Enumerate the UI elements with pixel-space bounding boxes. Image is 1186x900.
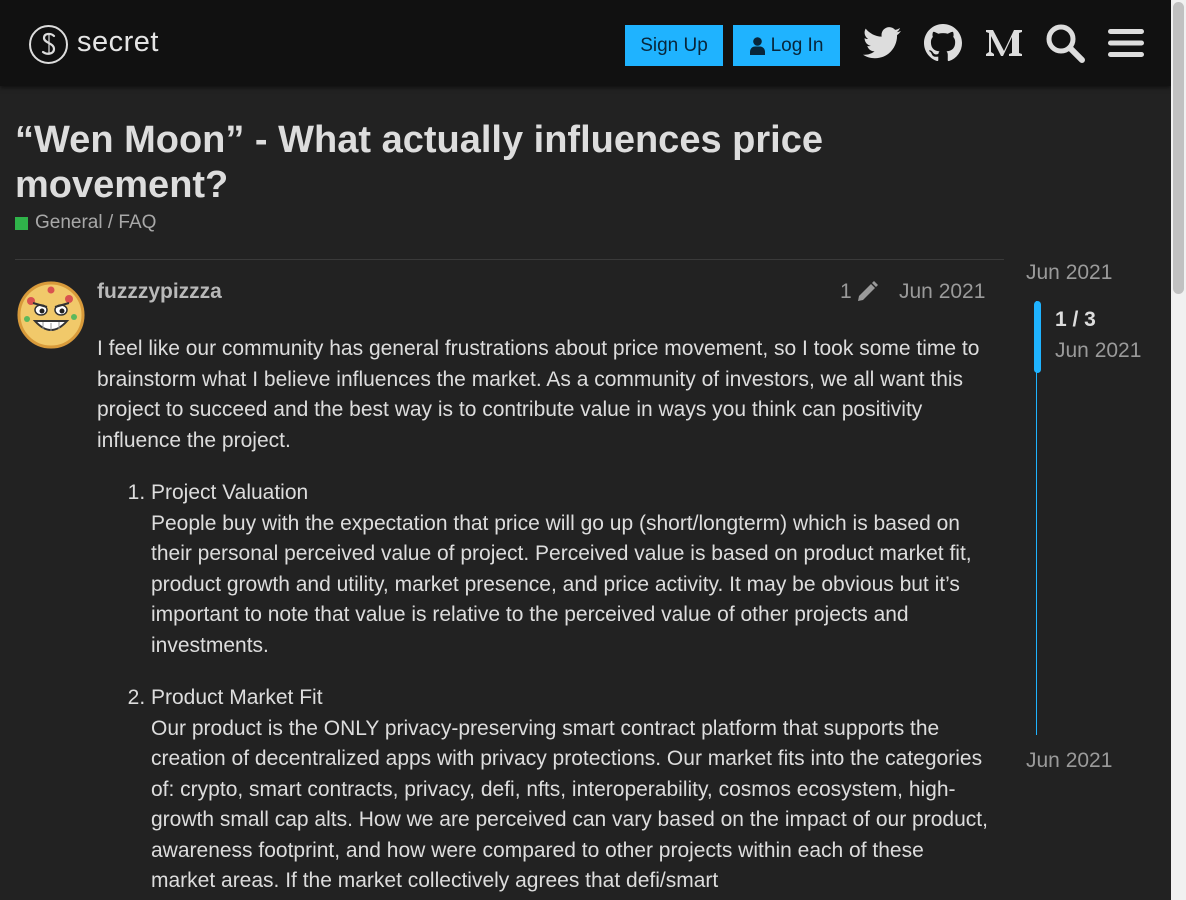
user-icon bbox=[749, 36, 765, 55]
timeline-position: 1 / 3 bbox=[1055, 308, 1096, 331]
post-body: I feel like our community has general fr… bbox=[97, 334, 992, 900]
sign-up-label: Sign Up bbox=[640, 34, 708, 56]
category-color-square bbox=[15, 216, 28, 230]
post-list: Project Valuation People buy with the ex… bbox=[97, 478, 992, 897]
list-item-text: Our product is the ONLY privacy-preservi… bbox=[151, 716, 988, 893]
logo-text: secret bbox=[77, 25, 159, 58]
timeline-current-date: Jun 2021 bbox=[1055, 339, 1142, 362]
site-logo[interactable]: secret bbox=[29, 24, 159, 64]
scrollbar-thumb[interactable] bbox=[1173, 2, 1184, 294]
list-item: Product Market Fit Our product is the ON… bbox=[151, 683, 992, 897]
medium-icon[interactable] bbox=[983, 22, 1025, 64]
github-icon[interactable] bbox=[922, 22, 964, 64]
sign-up-button[interactable]: Sign Up bbox=[625, 25, 723, 66]
timeline-end-date[interactable]: Jun 2021 bbox=[1026, 749, 1112, 773]
secret-logo-icon bbox=[29, 24, 68, 64]
post-date[interactable]: Jun 2021 bbox=[899, 280, 985, 304]
topic-title[interactable]: “Wen Moon” - What actually influences pr… bbox=[15, 118, 915, 208]
log-in-label: Log In bbox=[770, 34, 824, 56]
search-icon[interactable] bbox=[1044, 22, 1086, 64]
edit-count: 1 bbox=[840, 280, 852, 303]
log-in-button[interactable]: Log In bbox=[733, 25, 840, 66]
list-item-heading: Product Market Fit bbox=[151, 686, 323, 709]
list-item: Project Valuation People buy with the ex… bbox=[151, 478, 992, 661]
list-item-text: People buy with the expectation that pri… bbox=[151, 511, 972, 657]
category-label: General / FAQ bbox=[35, 212, 157, 233]
twitter-icon[interactable] bbox=[861, 22, 903, 64]
page-scrollbar[interactable] bbox=[1171, 0, 1186, 900]
post-intro: I feel like our community has general fr… bbox=[97, 337, 980, 452]
post-username[interactable]: fuzzzypizzza bbox=[97, 280, 222, 304]
timeline-start-date[interactable]: Jun 2021 bbox=[1026, 261, 1112, 285]
menu-icon[interactable] bbox=[1105, 22, 1147, 64]
category-badge[interactable]: General / FAQ bbox=[15, 212, 156, 234]
list-item-heading: Project Valuation bbox=[151, 481, 309, 504]
pencil-icon bbox=[857, 281, 878, 301]
title-divider bbox=[15, 259, 1004, 260]
site-header: secret Sign Up Log In bbox=[0, 0, 1171, 86]
edit-history[interactable]: 1 bbox=[840, 280, 878, 304]
timeline-scroll-handle[interactable] bbox=[1034, 301, 1041, 373]
avatar[interactable] bbox=[17, 281, 85, 349]
